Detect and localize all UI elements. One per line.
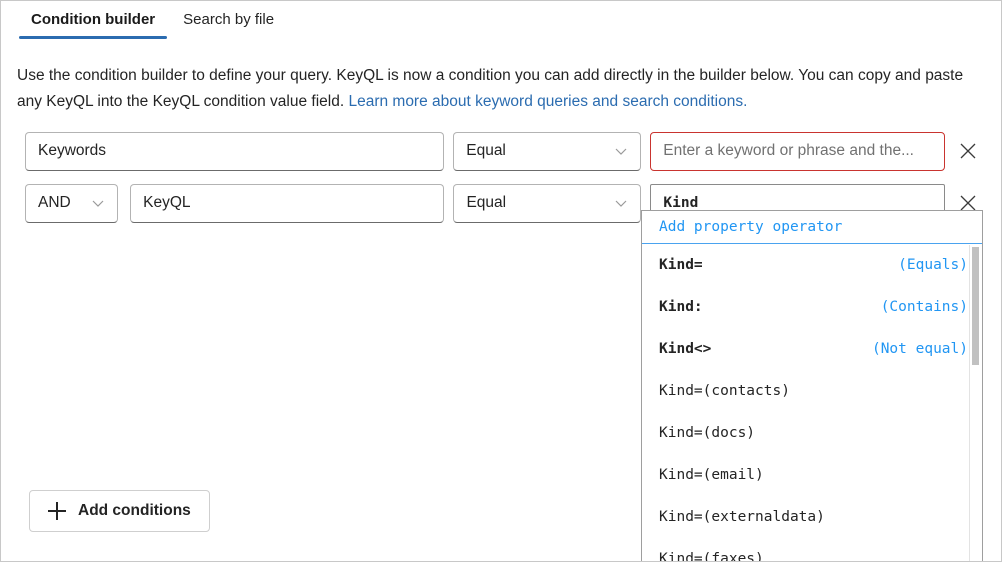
- value-input-1[interactable]: Enter a keyword or phrase and the...: [650, 131, 945, 171]
- remove-condition-1-button[interactable]: [951, 132, 985, 171]
- suggestion-list: Kind= (Equals) Kind: (Contains) Kind<> (…: [642, 244, 982, 562]
- suggestion-item-kind-contacts[interactable]: Kind=(contacts): [642, 370, 982, 412]
- suggestion-operator: Kind=(email): [659, 467, 764, 483]
- add-conditions-label: Add conditions: [78, 502, 191, 519]
- condition-builder-panel: Condition builder Search by file Use the…: [0, 0, 1002, 562]
- suggestion-item-kind-not-equal[interactable]: Kind<> (Not equal): [642, 328, 982, 370]
- plus-icon: [48, 502, 66, 520]
- suggestion-operator: Kind=(contacts): [659, 383, 790, 399]
- value-input-1-placeholder: Enter a keyword or phrase and the...: [663, 142, 914, 159]
- chevron-down-icon: [615, 148, 627, 155]
- property-field-1-value: Keywords: [38, 142, 107, 159]
- suggestion-item-kind-email[interactable]: Kind=(email): [642, 454, 982, 496]
- tab-condition-builder-label: Condition builder: [31, 11, 156, 28]
- value-input-2-value: Kind: [663, 195, 699, 211]
- suggestion-operator: Kind:: [659, 299, 703, 315]
- suggestion-header-label: Add property operator: [659, 219, 843, 235]
- suggestion-item-kind-faxes[interactable]: Kind=(faxes): [642, 538, 982, 562]
- suggestion-item-kind-externaldata[interactable]: Kind=(externaldata): [642, 496, 982, 538]
- suggestion-operator: Kind=(faxes): [659, 551, 764, 562]
- suggestion-operator: Kind<>: [659, 341, 712, 357]
- property-field-2-value: KeyQL: [143, 194, 191, 211]
- tab-search-by-file-label: Search by file: [183, 11, 275, 28]
- close-icon: [960, 143, 976, 159]
- suggestion-meaning: (Equals): [898, 257, 968, 273]
- suggestion-meaning: (Contains): [880, 299, 968, 315]
- condition-row-1: Keywords Equal Enter a keyword or phrase…: [25, 131, 985, 171]
- learn-more-link[interactable]: Learn more about keyword queries and sea…: [348, 93, 747, 110]
- suggestion-item-kind-equals[interactable]: Kind= (Equals): [642, 244, 982, 286]
- tab-search-by-file[interactable]: Search by file: [169, 7, 288, 39]
- suggestion-scrollbar-thumb[interactable]: [972, 247, 979, 365]
- suggestion-header: Add property operator: [642, 211, 982, 244]
- suggestion-operator: Kind=(externaldata): [659, 509, 825, 525]
- chevron-down-icon: [92, 200, 104, 207]
- add-conditions-button[interactable]: Add conditions: [29, 490, 210, 532]
- operator-select-2-value: Equal: [466, 194, 507, 211]
- operator-select-1[interactable]: Equal: [453, 131, 642, 171]
- property-field-2[interactable]: KeyQL: [130, 183, 445, 223]
- suggestion-operator: Kind=: [659, 257, 703, 273]
- operator-select-1-value: Equal: [466, 142, 506, 159]
- description-text: Use the condition builder to define your…: [17, 63, 979, 115]
- conjunction-select-2[interactable]: AND: [25, 183, 119, 223]
- chevron-down-icon: [615, 200, 627, 207]
- tab-bar: Condition builder Search by file: [17, 7, 288, 39]
- property-field-1[interactable]: Keywords: [25, 131, 445, 171]
- tab-condition-builder[interactable]: Condition builder: [17, 7, 169, 39]
- conjunction-select-2-value: AND: [38, 194, 71, 211]
- suggestion-item-kind-contains[interactable]: Kind: (Contains): [642, 286, 982, 328]
- suggestion-item-kind-docs[interactable]: Kind=(docs): [642, 412, 982, 454]
- keyql-suggestion-dropdown: Add property operator Kind= (Equals) Kin…: [641, 210, 983, 562]
- suggestion-meaning: (Not equal): [871, 341, 968, 357]
- suggestion-operator: Kind=(docs): [659, 425, 756, 441]
- operator-select-2[interactable]: Equal: [453, 183, 642, 223]
